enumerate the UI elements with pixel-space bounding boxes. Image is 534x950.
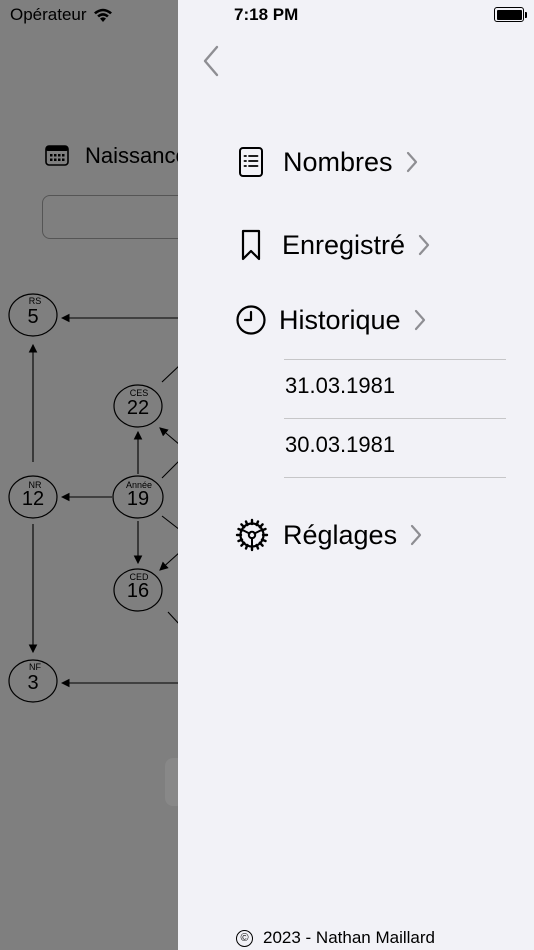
node-label: NF xyxy=(29,662,41,672)
chevron-right-icon xyxy=(409,523,423,547)
node-value: 16 xyxy=(127,580,149,602)
clock-icon xyxy=(235,304,267,336)
back-button[interactable] xyxy=(198,44,228,78)
footer-text: 2023 - Nathan Maillard xyxy=(263,928,435,947)
side-menu-drawer: 7:18 PM Nombres Enregistré Historique 31… xyxy=(178,0,534,950)
node-value: 19 xyxy=(127,488,149,510)
bookmark-icon xyxy=(236,229,266,261)
menu-item-history-label: Historique xyxy=(279,304,401,335)
menu-item-settings[interactable]: Réglages xyxy=(235,518,423,552)
divider xyxy=(284,418,506,419)
node-value: 3 xyxy=(27,672,38,694)
divider xyxy=(284,477,506,478)
menu-item-saved-label: Enregistré xyxy=(282,229,406,260)
divider xyxy=(284,359,506,360)
menu-item-saved[interactable]: Enregistré xyxy=(236,229,431,261)
chevron-right-icon xyxy=(405,150,419,174)
menu-item-settings-label: Réglages xyxy=(283,519,398,550)
menu-item-numbers-label: Nombres xyxy=(283,146,393,177)
gear-icon xyxy=(235,518,269,552)
copyright-icon: © xyxy=(236,929,253,947)
menu-item-numbers[interactable]: Nombres xyxy=(236,146,419,178)
menu-item-history[interactable]: Historique xyxy=(235,304,427,336)
history-item[interactable]: 31.03.1981 xyxy=(285,373,395,399)
chevron-left-icon xyxy=(203,45,219,77)
battery-icon xyxy=(494,7,527,22)
node-value: 22 xyxy=(127,397,149,419)
node-value: 5 xyxy=(27,306,38,328)
list-icon xyxy=(236,146,266,178)
node-value: 12 xyxy=(22,488,44,510)
chevron-right-icon xyxy=(413,308,427,332)
chevron-right-icon xyxy=(417,233,431,257)
history-item[interactable]: 30.03.1981 xyxy=(285,432,395,458)
footer-copyright: © 2023 - Nathan Maillard xyxy=(236,928,435,948)
node-label: RS xyxy=(29,296,42,306)
status-time: 7:18 PM xyxy=(234,5,299,24)
